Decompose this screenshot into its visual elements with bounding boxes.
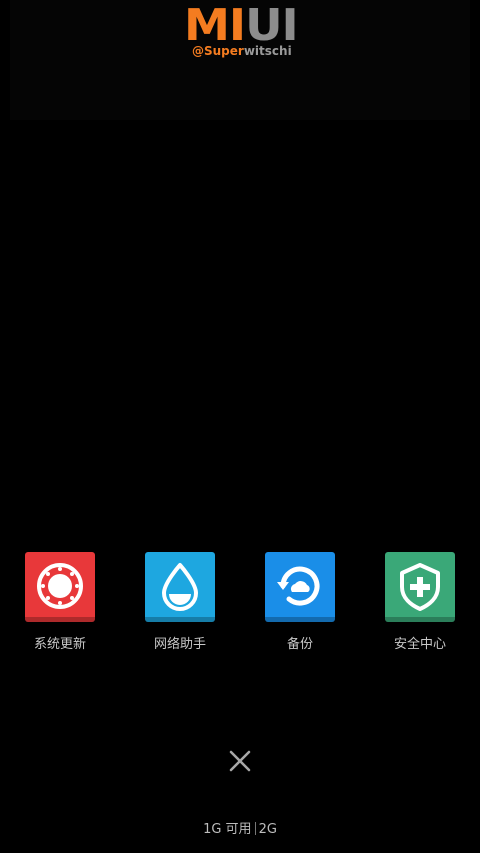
app-system-update[interactable]: 系统更新 — [0, 551, 120, 661]
app-label: 安全中心 — [393, 637, 446, 652]
close-icon — [229, 750, 251, 772]
miui-watermark-logo: MIUI @Superwitschi — [184, 4, 299, 64]
app-label: 系统更新 — [33, 637, 86, 652]
water-drop-icon — [145, 552, 215, 622]
miui-wordmark: MIUI — [184, 0, 299, 51]
close-all-button[interactable] — [224, 745, 256, 777]
app-label: 网络助手 — [153, 637, 206, 652]
memory-available: 1G 可用 — [203, 822, 252, 837]
system-update-icon — [25, 552, 95, 622]
watermark-handle: @Superwitschi — [192, 44, 292, 58]
backup-restore-icon — [265, 552, 335, 622]
app-network-assistant[interactable]: 网络助手 — [120, 551, 240, 661]
memory-status: 1G 可用 2G — [0, 818, 480, 837]
memory-total: 2G — [258, 822, 277, 837]
app-label: 备份 — [286, 637, 313, 652]
memory-separator — [254, 822, 256, 835]
app-backup[interactable]: 备份 — [240, 551, 360, 661]
app-security-center[interactable]: 安全中心 — [360, 551, 480, 661]
shield-plus-icon — [385, 552, 455, 622]
recent-apps-row: 系统更新 网络助手 备份 安全中心 — [0, 551, 480, 661]
